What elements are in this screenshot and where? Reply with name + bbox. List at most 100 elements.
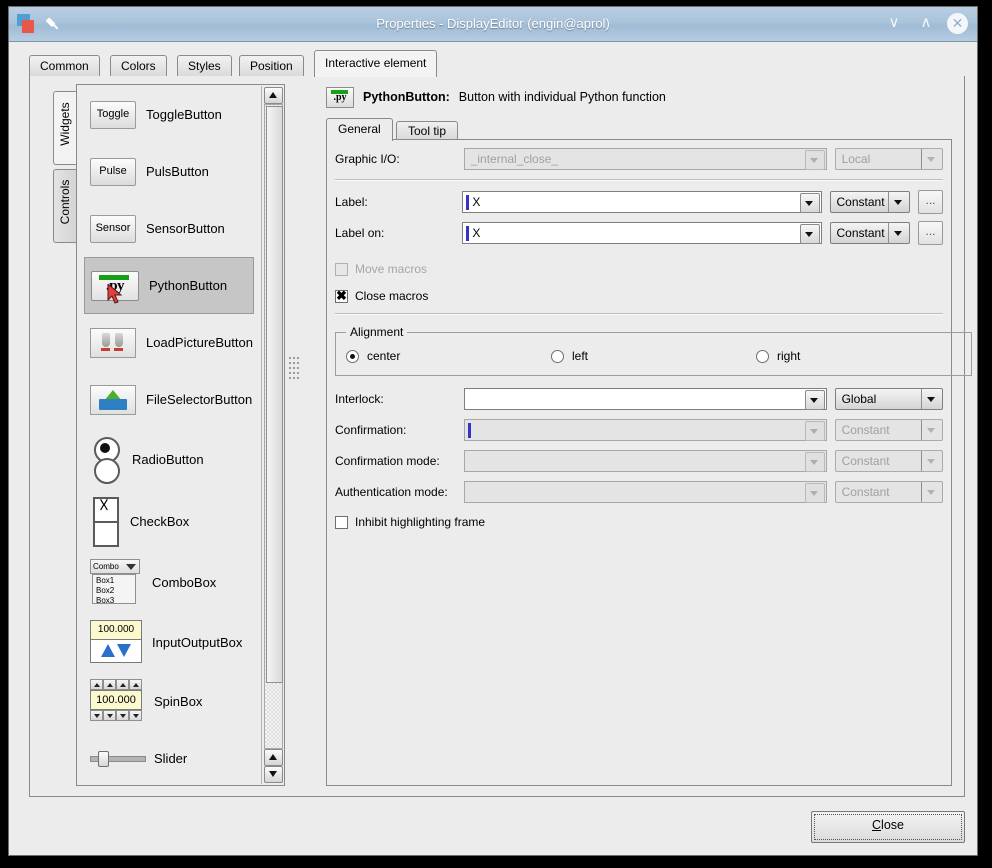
scrollbar-trough[interactable] bbox=[264, 104, 283, 749]
side-tab-widgets-label: Widgets bbox=[58, 102, 72, 146]
alignment-option-center[interactable]: center bbox=[346, 349, 551, 363]
properties-window: Properties - DisplayEditor (engin@aprol)… bbox=[8, 6, 978, 856]
tab-position[interactable]: Position bbox=[239, 55, 304, 77]
widget-header-name: PythonButton: bbox=[363, 90, 450, 104]
scroll-down-icon[interactable] bbox=[264, 766, 283, 783]
label-field-input[interactable]: X bbox=[462, 191, 822, 213]
side-tab-widgets[interactable]: Widgets bbox=[53, 91, 78, 165]
checkmark-icon: ✖ bbox=[336, 287, 347, 303]
list-item-fileselectorbutton[interactable]: FileSelectorButton bbox=[78, 371, 262, 428]
interlock-scope-select[interactable]: Global bbox=[834, 388, 943, 410]
close-button[interactable]: Close bbox=[811, 811, 965, 843]
alignment-option-label: left bbox=[572, 349, 589, 363]
label-on-field-label: Label on: bbox=[335, 226, 385, 240]
interlock-input[interactable] bbox=[463, 388, 827, 410]
list-item-inputoutputbox[interactable]: 100.000 InputOutputBox bbox=[78, 612, 262, 672]
maximize-icon[interactable]: ∧ bbox=[915, 12, 937, 34]
splitter-handle[interactable] bbox=[289, 357, 299, 381]
list-item-pythonbutton[interactable]: .py PythonButton bbox=[84, 257, 254, 314]
tab-colors[interactable]: Colors bbox=[110, 55, 167, 77]
move-macros-checkbox bbox=[335, 262, 348, 276]
list-item-spinbox[interactable]: 100.000 SpinBox bbox=[78, 672, 262, 730]
close-icon[interactable]: ✕ bbox=[947, 12, 968, 34]
move-macros-row[interactable]: Move macros bbox=[335, 259, 943, 279]
chevron-down-icon bbox=[804, 421, 825, 441]
label-on-field-mode-select[interactable]: Constant bbox=[829, 222, 911, 244]
title-bar: Properties - DisplayEditor (engin@aprol)… bbox=[9, 7, 977, 42]
confirmation-input bbox=[463, 419, 827, 441]
chevron-down-icon[interactable] bbox=[799, 224, 820, 244]
scroll-up-icon[interactable] bbox=[264, 87, 283, 104]
inner-tabs: General Tool tip bbox=[326, 118, 952, 141]
close-macros-checkbox[interactable]: ✖ bbox=[335, 287, 348, 303]
inhibit-highlighting-checkbox[interactable] bbox=[335, 515, 348, 529]
chevron-down-icon[interactable] bbox=[888, 192, 909, 212]
inhibit-highlighting-row[interactable]: Inhibit highlighting frame bbox=[335, 512, 943, 532]
alignment-radios: center left right bbox=[346, 349, 961, 363]
confirmation-mode-value: Constant bbox=[841, 423, 890, 437]
label-field-mode-select[interactable]: Constant bbox=[829, 191, 911, 213]
chevron-down-icon bbox=[921, 149, 942, 169]
radio-icon[interactable] bbox=[756, 349, 769, 363]
radio-button-icon bbox=[90, 437, 122, 484]
alignment-option-right[interactable]: right bbox=[756, 349, 961, 363]
tab-common[interactable]: Common bbox=[29, 55, 100, 77]
radio-icon[interactable] bbox=[551, 349, 564, 363]
interlock-scope-value: Global bbox=[841, 392, 877, 406]
confirmation-mode-select-2: Constant bbox=[834, 450, 943, 472]
chevron-down-icon[interactable] bbox=[888, 223, 909, 243]
list-item-label: Slider bbox=[154, 750, 188, 766]
chevron-down-icon[interactable] bbox=[799, 193, 820, 213]
radio-icon[interactable] bbox=[346, 349, 359, 363]
widget-list-scrollbar[interactable] bbox=[261, 86, 283, 784]
chevron-down-icon[interactable] bbox=[804, 390, 825, 410]
label-on-field-browse-button[interactable]: ... bbox=[918, 221, 943, 245]
list-item-checkbox[interactable]: ☓ CheckBox bbox=[78, 490, 262, 552]
list-item-togglebutton[interactable]: Toggle ToggleButton bbox=[78, 86, 262, 143]
chevron-down-icon[interactable] bbox=[921, 389, 942, 409]
label-on-field-input[interactable]: X bbox=[462, 222, 822, 244]
label-on-field-value: X bbox=[472, 226, 481, 240]
combobox-icon-item: Box3 bbox=[96, 596, 115, 605]
load-picture-button-icon bbox=[90, 327, 136, 358]
tab-general[interactable]: General bbox=[326, 118, 393, 141]
inputoutputbox-icon-value: 100.000 bbox=[90, 619, 142, 640]
alignment-option-left[interactable]: left bbox=[551, 349, 756, 363]
scroll-up-bottom-icon[interactable] bbox=[264, 749, 283, 766]
authentication-mode-select: Constant bbox=[834, 481, 943, 503]
list-item-sensorbutton[interactable]: Sensor SensorButton bbox=[78, 200, 262, 257]
side-tab-controls[interactable]: Controls bbox=[53, 169, 76, 243]
tab-tool-tip[interactable]: Tool tip bbox=[396, 121, 459, 141]
spinbox-icon-value: 100.000 bbox=[90, 690, 142, 710]
alignment-option-label: center bbox=[367, 349, 401, 363]
scrollbar-thumb[interactable] bbox=[266, 106, 283, 683]
list-item-pulsbutton[interactable]: Pulse PulsButton bbox=[78, 143, 262, 200]
list-item-loadpicturebutton[interactable]: LoadPictureButton bbox=[78, 314, 262, 371]
side-tabs: Widgets Controls bbox=[53, 91, 78, 247]
list-item-combobox[interactable]: Combo Box1 Box2 Box3 ComboBox bbox=[78, 552, 262, 612]
tab-interactive-element[interactable]: Interactive element bbox=[314, 50, 438, 77]
chevron-down-icon bbox=[804, 150, 825, 170]
close-macros-row[interactable]: ✖ Close macros bbox=[335, 286, 943, 306]
list-item-slider[interactable]: Slider bbox=[78, 730, 262, 784]
label-field-browse-button[interactable]: ... bbox=[918, 190, 943, 214]
graphic-io-field: _internal_close_ bbox=[463, 148, 827, 170]
minimize-icon[interactable]: ∨ bbox=[883, 12, 905, 34]
window-title: Properties - DisplayEditor (engin@aprol) bbox=[376, 16, 610, 31]
close-button-mnemonic: C bbox=[872, 818, 882, 832]
chevron-down-icon bbox=[921, 420, 942, 440]
chevron-down-icon bbox=[804, 483, 825, 503]
chevron-down-icon bbox=[921, 482, 942, 502]
widget-list-box: Toggle ToggleButton Pulse PulsButton Sen… bbox=[76, 84, 285, 786]
list-item-label: SpinBox bbox=[154, 693, 203, 709]
close-button-label: Close bbox=[812, 818, 964, 832]
tab-styles[interactable]: Styles bbox=[177, 55, 232, 77]
confirmation-mode-select-value: Constant bbox=[841, 454, 890, 468]
list-item-radiobutton[interactable]: RadioButton bbox=[78, 428, 262, 490]
list-item-label: RadioButton bbox=[132, 451, 204, 467]
divider bbox=[335, 179, 943, 181]
confirmation-mode-select: Constant bbox=[834, 419, 943, 441]
graphic-io-scope-value: Local bbox=[841, 152, 871, 166]
list-item-label: ComboBox bbox=[152, 574, 217, 590]
slider-icon bbox=[90, 750, 146, 767]
